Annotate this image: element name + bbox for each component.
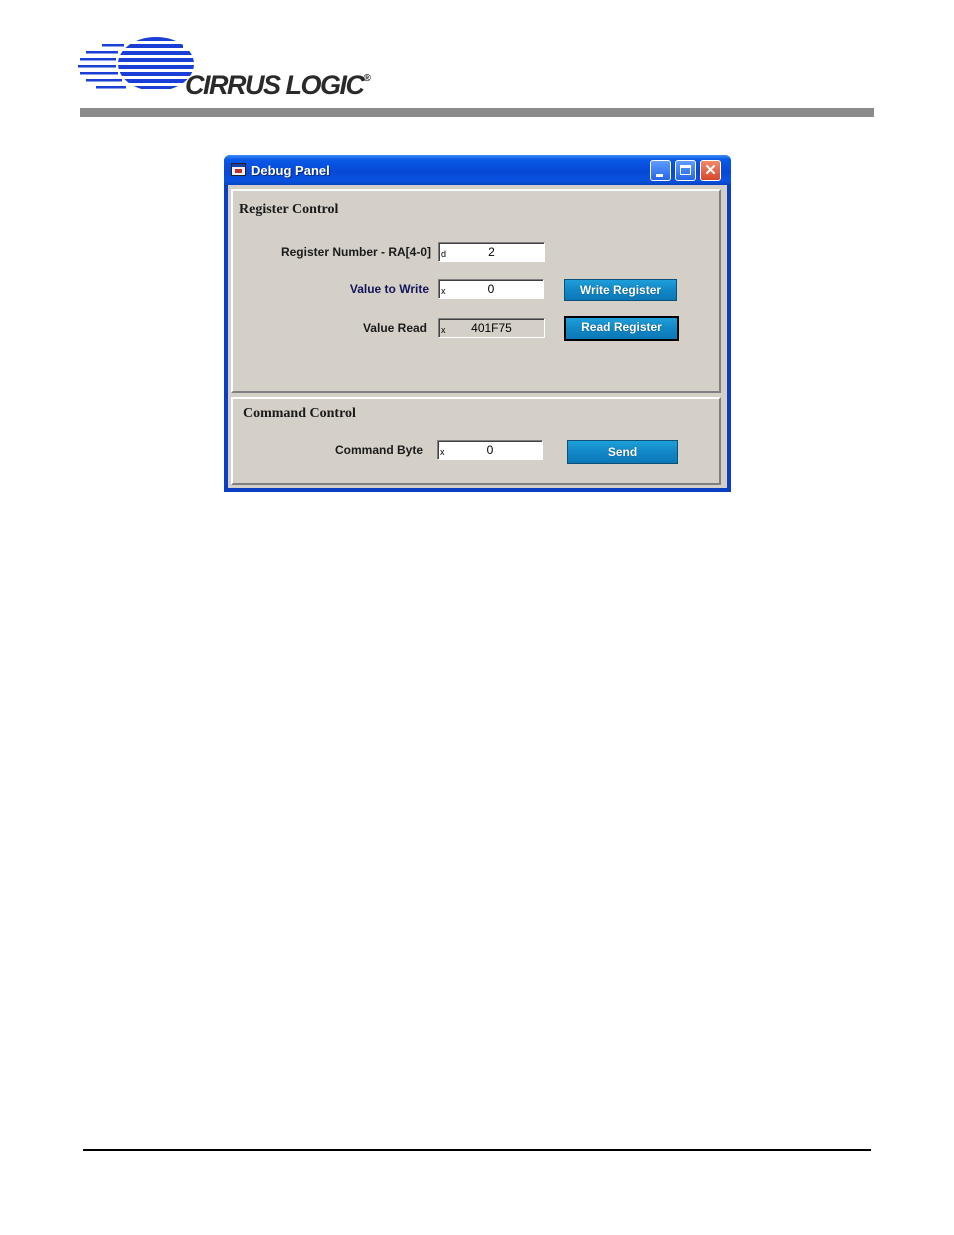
maximize-button[interactable] xyxy=(675,160,696,181)
title-bar[interactable]: Debug Panel ✕ xyxy=(224,155,731,185)
register-control-title: Register Control xyxy=(239,202,339,217)
app-icon xyxy=(231,163,246,176)
register-number-value: 2 xyxy=(488,245,495,259)
send-button[interactable]: Send xyxy=(567,440,678,464)
command-byte-label: Command Byte xyxy=(334,443,423,457)
register-control-group: Register Control Register Number - RA[4-… xyxy=(231,189,721,393)
write-register-button[interactable]: Write Register xyxy=(564,279,677,301)
register-number-input[interactable]: d 2 xyxy=(438,242,545,262)
command-byte-value: 0 xyxy=(486,443,494,457)
command-control-title: Command Control xyxy=(243,406,356,421)
value-to-write-input[interactable]: x 0 xyxy=(438,279,544,299)
value-read-field: x 401F75 xyxy=(438,318,545,338)
register-number-label: Register Number - RA[4-0] xyxy=(280,245,431,259)
close-icon: ✕ xyxy=(704,162,717,179)
value-read-label: Value Read xyxy=(362,321,427,335)
read-register-button[interactable]: Read Register xyxy=(564,316,679,341)
brand-name: CIRRUS LOGIC® xyxy=(185,70,371,100)
command-control-group: Command Control Command Byte x 0 Send xyxy=(231,397,721,485)
value-to-write-label: Value to Write xyxy=(349,282,429,296)
debug-panel-window: Debug Panel ✕ Register Control Register … xyxy=(224,155,731,492)
window-client-area: Register Control Register Number - RA[4-… xyxy=(228,185,727,488)
minimize-button[interactable] xyxy=(650,160,671,181)
minimize-icon xyxy=(656,174,663,177)
command-byte-input[interactable]: x 0 xyxy=(437,440,543,460)
header-rule xyxy=(80,108,874,117)
value-read-value: 401F75 xyxy=(471,321,512,335)
window-title: Debug Panel xyxy=(251,163,330,178)
value-to-write-value: 0 xyxy=(487,282,495,296)
maximize-icon xyxy=(680,165,691,175)
footer-rule xyxy=(83,1149,871,1151)
close-button[interactable]: ✕ xyxy=(700,160,721,181)
